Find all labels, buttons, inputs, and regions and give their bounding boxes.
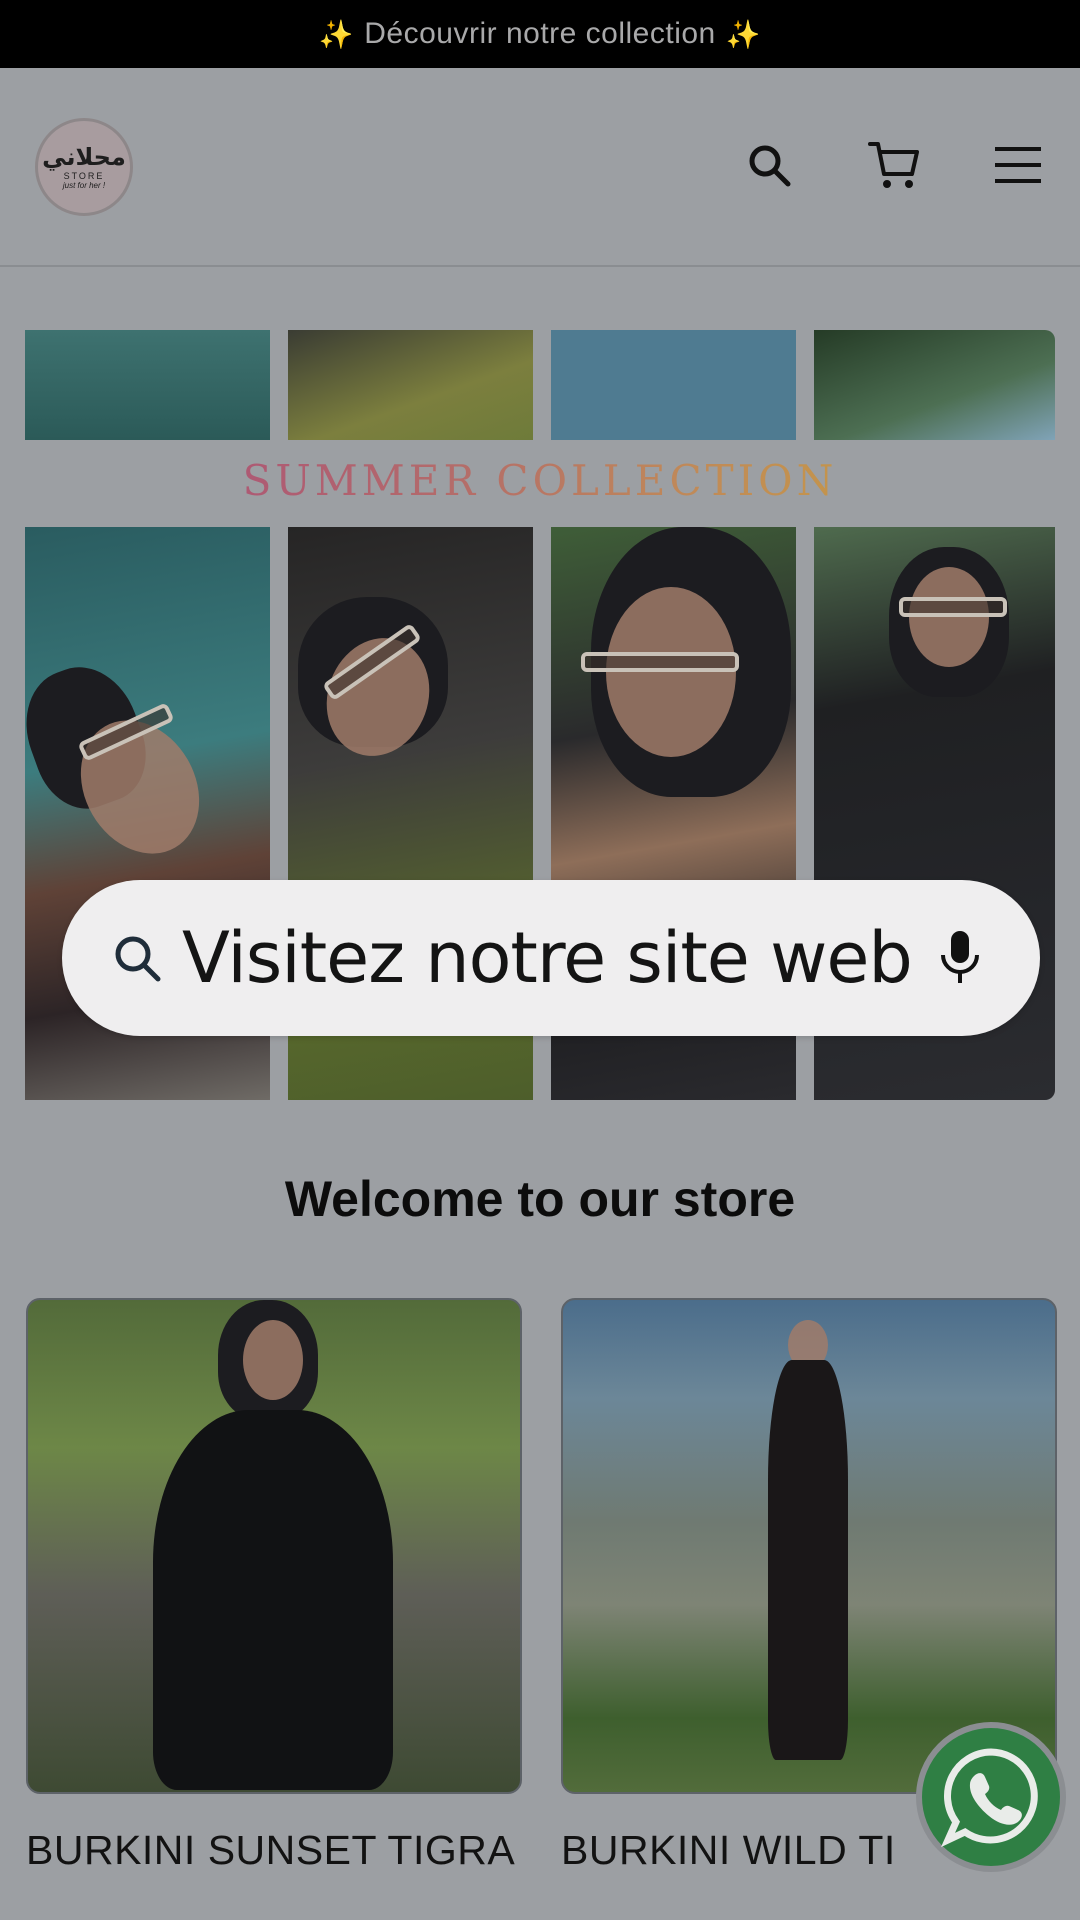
logo-store-text: STORE	[63, 170, 105, 181]
product-image[interactable]	[561, 1298, 1057, 1794]
product-title[interactable]: BURKINI WILD TI	[561, 1820, 941, 1880]
cart-button[interactable]	[859, 130, 929, 200]
menu-button[interactable]	[983, 130, 1053, 200]
hero-photo-tile	[25, 330, 270, 440]
visit-website-search-overlay[interactable]: Visitez notre site web	[62, 880, 1040, 1036]
logo-tagline: just for her !	[62, 180, 106, 190]
hero-photo-tile	[814, 330, 1055, 440]
section-title: Welcome to our store	[284, 1171, 796, 1227]
hero-photo-tile	[288, 330, 533, 440]
whatsapp-button[interactable]	[916, 1722, 1066, 1872]
summer-collection-title: SUMMER COLLECTION	[25, 456, 1055, 505]
product-title[interactable]: BURKINI SUNSET TIGRA	[26, 1820, 518, 1880]
sparkles-icon: ✨	[318, 18, 355, 50]
sparkles-icon: ✨	[725, 18, 762, 50]
hero-photo-tile	[551, 330, 796, 440]
microphone-icon[interactable]	[938, 929, 982, 987]
search-icon	[115, 936, 161, 982]
logo-arabic-text: محلاني	[42, 142, 126, 171]
product-image[interactable]	[26, 1298, 522, 1794]
cart-icon	[868, 142, 919, 188]
store-logo[interactable]: محلاني STORE just for her !	[35, 118, 133, 216]
announcement-text: Découvrir notre collection	[364, 17, 716, 50]
site-header: محلاني STORE just for her !	[0, 68, 1080, 267]
search-icon	[749, 145, 791, 187]
search-button[interactable]	[734, 130, 804, 200]
announcement-bar[interactable]: ✨ Découvrir notre collection ✨	[0, 0, 1080, 68]
menu-icon	[995, 147, 1041, 183]
whatsapp-icon	[940, 1748, 1038, 1848]
search-overlay-text: Visitez notre site web	[182, 917, 913, 999]
